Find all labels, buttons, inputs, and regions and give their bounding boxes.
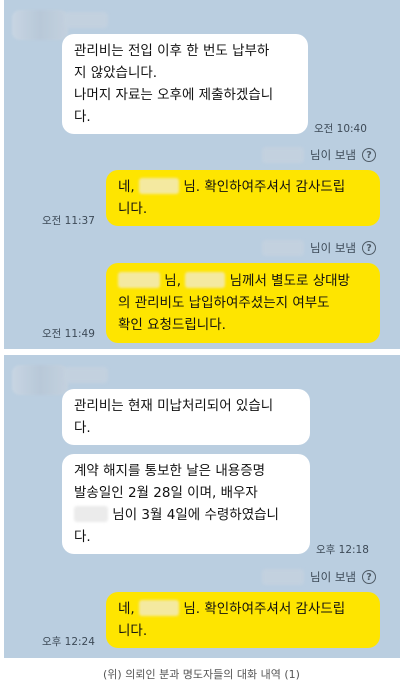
message-line: 계약 해지를 통보한 날은 내용증명 (74, 463, 266, 479)
redacted-name (139, 178, 180, 194)
sender-name-blurred (262, 240, 304, 256)
sender-label: 님이 보냄 ? (262, 240, 376, 256)
message-line: 네, 님. 확인하여주셔서 감사드립 (118, 598, 368, 620)
message-line: 의 관리비도 납입하여주셨는지 여부도 (118, 295, 330, 311)
message-time: 오후 12:18 (316, 544, 369, 556)
message-time: 오전 11:37 (42, 215, 95, 227)
message-line: 관리비는 전입 이후 한 번도 납부하 (74, 43, 270, 59)
received-message[interactable]: 관리비는 전입 이후 한 번도 납부하 지 않았습니다. 나머지 자료는 오후에… (62, 34, 308, 134)
message-line: 발송일인 2월 28일 이며, 배우자 (74, 485, 258, 501)
sender-label-text: 님이 보냄 (310, 570, 356, 584)
help-icon[interactable]: ? (361, 241, 376, 255)
message-line: 다. (74, 109, 91, 125)
sender-label: 님이 보냄 ? (262, 147, 376, 163)
sender-name-blurred (262, 569, 304, 585)
avatar[interactable] (12, 10, 68, 40)
message-line: 님, 님께서 별도로 상대방 (118, 270, 368, 292)
message-time: 오후 12:24 (42, 636, 95, 648)
message-line: 나머지 자료는 오후에 제출하겠습니 (74, 87, 274, 103)
chat-panel-2: 관리비는 현재 미납처리되어 있습니 다. 계약 해지를 통보한 날은 내용증명… (4, 355, 400, 658)
message-line: 니다. (118, 201, 148, 217)
message-line: 님이 3월 4일에 수령하였습니 (74, 504, 298, 526)
sender-name-blurred (262, 147, 304, 163)
message-text: 님. 확인하여주셔서 감사드립 (183, 601, 346, 617)
redacted-name (185, 272, 226, 288)
sender-name-blurred (64, 367, 108, 383)
message-line: 네, 님. 확인하여주셔서 감사드립 (118, 176, 368, 198)
sender-label-text: 님이 보냄 (310, 148, 356, 162)
message-text: 님께서 별도로 상대방 (229, 273, 350, 289)
message-text: 님이 3월 4일에 수령하였습니 (112, 507, 279, 523)
sent-message[interactable]: 님, 님께서 별도로 상대방 의 관리비도 납입하여주셨는지 여부도 확인 요청… (106, 263, 380, 343)
received-message[interactable]: 계약 해지를 통보한 날은 내용증명 발송일인 2월 28일 이며, 배우자 님… (62, 454, 310, 554)
message-line: 지 않았습니다. (74, 65, 158, 81)
message-line: 관리비는 현재 미납처리되어 있습니 (74, 398, 274, 414)
sender-label: 님이 보냄 ? (262, 569, 376, 585)
redacted-name (118, 272, 160, 288)
message-text: 님, (164, 273, 182, 289)
message-line: 니다. (118, 623, 148, 639)
avatar[interactable] (12, 365, 68, 395)
message-line: 다. (74, 420, 91, 436)
image-caption: (위) 의뢰인 분과 명도자들의 대화 내역 (1) (103, 668, 300, 681)
help-icon[interactable]: ? (361, 570, 376, 584)
message-line: 확인 요청드립니다. (118, 317, 226, 333)
sent-message[interactable]: 네, 님. 확인하여주셔서 감사드립 니다. (106, 170, 380, 226)
message-line: 다. (74, 529, 91, 545)
redacted-name (74, 506, 108, 522)
message-time: 오전 10:40 (314, 123, 367, 135)
received-message[interactable]: 관리비는 현재 미납처리되어 있습니 다. (62, 389, 310, 445)
message-text: 님. 확인하여주셔서 감사드립 (183, 179, 346, 195)
message-time: 오전 11:49 (42, 328, 95, 340)
chat-panel-1: 관리비는 전입 이후 한 번도 납부하 지 않았습니다. 나머지 자료는 오후에… (4, 0, 400, 349)
sent-message[interactable]: 네, 님. 확인하여주셔서 감사드립 니다. (106, 592, 380, 648)
redacted-name (139, 600, 180, 616)
message-text: 네, (118, 601, 135, 617)
message-text: 네, (118, 179, 135, 195)
sender-label-text: 님이 보냄 (310, 241, 356, 255)
help-icon[interactable]: ? (361, 148, 376, 162)
sender-name-blurred (64, 12, 108, 28)
